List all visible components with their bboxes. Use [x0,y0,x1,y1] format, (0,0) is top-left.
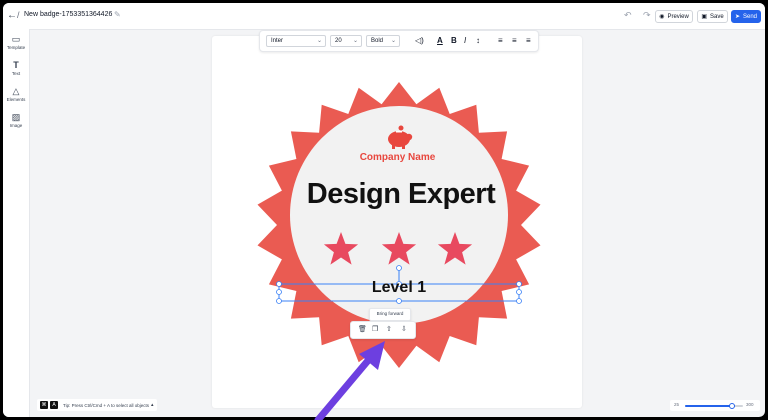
font-size-select[interactable]: 20 ⌄ [330,35,362,47]
chevron-down-icon: ⌄ [390,38,396,44]
chevron-down-icon: ⌄ [352,38,358,44]
level-text[interactable]: Level 1 [278,279,520,297]
annotation-arrow [314,341,385,420]
rotate-handle [396,265,402,271]
send-backward-icon[interactable]: ⇩ [401,325,407,334]
chevron-up-icon[interactable]: ▴ [151,402,154,408]
shortcut-tip: ⌘ A Tip: Press Ctrl/Cmd + A to select al… [37,399,157,411]
headline-text[interactable]: Design Expert [290,178,512,211]
resize-handle [276,298,282,304]
tip-text: Tip: Press Ctrl/Cmd + A to select all ob… [63,402,149,408]
italic-icon[interactable]: I [464,36,466,46]
zoom-slider[interactable] [685,403,743,409]
zoom-knob[interactable] [729,403,736,409]
font-weight-select[interactable]: Bold ⌄ [366,35,400,47]
chevron-down-icon: ⌄ [316,38,322,44]
a-key: A [50,401,58,409]
font-size-value: 20 [335,38,342,44]
text-toolbar: Inter ⌄ 20 ⌄ Bold ⌄ ◁) A B I ↕ ≡ ≡ ≡ [259,30,539,52]
bold-icon[interactable]: B [451,36,457,46]
text-color-icon[interactable]: A [437,36,443,46]
font-family-value: Inter [271,38,284,44]
resize-handle [396,298,402,304]
line-height-icon[interactable]: ↕ [476,36,480,46]
zoom-control: 25 300 [670,400,760,411]
font-family-select[interactable]: Inter ⌄ [266,35,326,47]
zoom-min-label: 25 [674,402,680,407]
duplicate-icon[interactable]: ❐ [372,325,378,334]
trash-icon[interactable]: 🗑 [358,325,367,334]
text-to-speech-icon[interactable]: ◁) [415,36,424,46]
font-weight-value: Bold [371,38,384,44]
command-key: ⌘ [40,401,48,409]
align-left-icon[interactable]: ≡ [498,36,503,46]
tooltip-bring-forward: Bring forward [369,308,411,321]
company-name-text[interactable]: Company Name [310,152,485,163]
align-center-icon[interactable]: ≡ [512,36,517,46]
zoom-fill [685,405,733,407]
align-right-icon[interactable]: ≡ [526,36,531,46]
zoom-max-label: 300 [746,402,754,407]
bring-forward-icon[interactable]: ⇧ [386,325,392,334]
object-menu: 🗑 ❐ ⇧ ⇩ [350,321,416,339]
resize-handle [516,298,522,304]
